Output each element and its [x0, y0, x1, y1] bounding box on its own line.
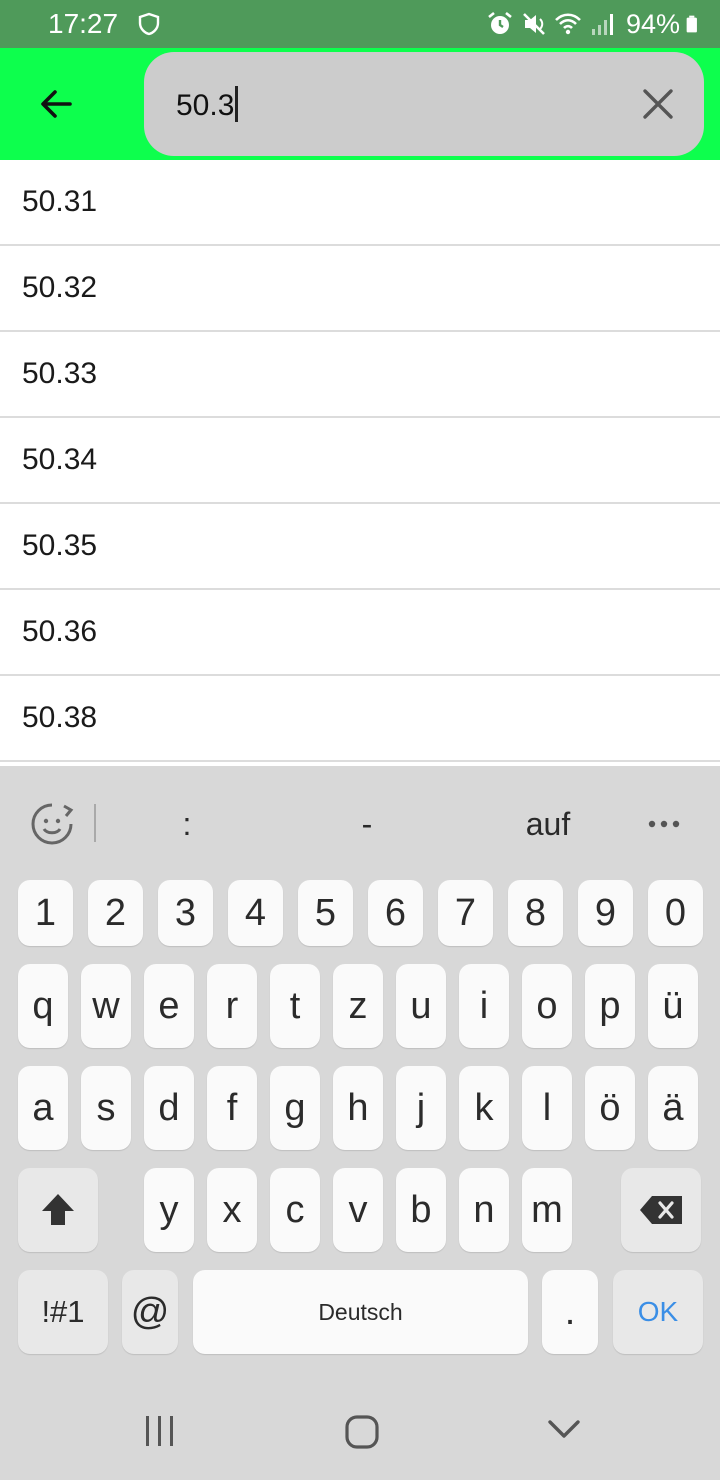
ok-key[interactable]: OK — [613, 1270, 703, 1354]
list-item-label: 50.33 — [22, 357, 98, 390]
shift-key[interactable] — [18, 1168, 98, 1252]
backspace-icon — [640, 1196, 682, 1224]
back-button[interactable] — [26, 76, 86, 132]
key-t[interactable]: t — [270, 964, 320, 1048]
key-g[interactable]: g — [270, 1066, 320, 1150]
space-key[interactable]: Deutsch — [193, 1270, 528, 1354]
key-3[interactable]: 3 — [158, 880, 213, 946]
list-item-label: 50.36 — [22, 615, 98, 648]
key-z[interactable]: z — [333, 964, 383, 1048]
shift-arrow-icon — [42, 1194, 74, 1225]
more-options-icon[interactable] — [640, 804, 688, 844]
battery-icon — [686, 15, 697, 33]
key-o-umlaut[interactable]: ö — [585, 1066, 635, 1150]
list-item[interactable]: 50.31 — [0, 160, 720, 246]
key-1[interactable]: 1 — [18, 880, 73, 946]
suggestion-bar: : - auf — [0, 766, 720, 876]
clear-search-button[interactable] — [634, 80, 682, 128]
list-item-label: 50.32 — [22, 271, 98, 304]
key-u-umlaut[interactable]: ü — [648, 964, 698, 1048]
key-9[interactable]: 9 — [578, 880, 633, 946]
key-c[interactable]: c — [270, 1168, 320, 1252]
period-key[interactable]: . — [542, 1270, 598, 1354]
key-u[interactable]: u — [396, 964, 446, 1048]
key-i[interactable]: i — [459, 964, 509, 1048]
symbols-key[interactable]: !#1 — [18, 1270, 108, 1354]
key-b[interactable]: b — [396, 1168, 446, 1252]
key-j[interactable]: j — [396, 1066, 446, 1150]
key-7[interactable]: 7 — [438, 880, 493, 946]
hide-keyboard-icon[interactable] — [546, 1418, 582, 1442]
key-y[interactable]: y — [144, 1168, 194, 1252]
shield-icon — [138, 12, 160, 36]
search-field[interactable]: 50.3 — [144, 52, 704, 156]
suggestion-1[interactable]: : — [127, 804, 247, 844]
key-e[interactable]: e — [144, 964, 194, 1048]
key-8[interactable]: 8 — [508, 880, 563, 946]
alarm-icon — [488, 11, 512, 34]
close-icon — [643, 89, 673, 119]
wifi-icon — [555, 13, 581, 35]
list-item-label: 50.34 — [22, 443, 98, 476]
battery-percent: 94% — [625, 9, 680, 39]
key-d[interactable]: d — [144, 1066, 194, 1150]
suggestion-3[interactable]: auf — [488, 804, 608, 844]
list-item[interactable]: 50.35 — [0, 504, 720, 590]
text-caret — [235, 86, 239, 122]
back-arrow-icon — [41, 90, 72, 118]
key-f[interactable]: f — [207, 1066, 257, 1150]
status-bar: 17:27 94% — [0, 0, 720, 48]
list-item-label: 50.31 — [22, 185, 98, 218]
list-item[interactable]: 50.36 — [0, 590, 720, 676]
key-2[interactable]: 2 — [88, 880, 143, 946]
key-0[interactable]: 0 — [648, 880, 703, 946]
key-l[interactable]: l — [522, 1066, 572, 1150]
key-o[interactable]: o — [522, 964, 572, 1048]
recent-apps-icon[interactable] — [142, 1414, 178, 1448]
list-item[interactable]: 50.34 — [0, 418, 720, 504]
list-item-label: 50.38 — [22, 701, 98, 734]
key-6[interactable]: 6 — [368, 880, 423, 946]
search-header: 50.3 — [0, 48, 720, 160]
key-m[interactable]: m — [522, 1168, 572, 1252]
key-a[interactable]: a — [18, 1066, 68, 1150]
emoji-refresh-icon[interactable] — [28, 800, 76, 848]
search-results-list: 50.31 50.32 50.33 50.34 50.35 50.36 50.3… — [0, 160, 720, 762]
list-item[interactable]: 50.32 — [0, 246, 720, 332]
mute-icon — [523, 13, 545, 35]
key-h[interactable]: h — [333, 1066, 383, 1150]
key-w[interactable]: w — [81, 964, 131, 1048]
key-n[interactable]: n — [459, 1168, 509, 1252]
keyboard: : - auf 1 2 3 4 5 6 7 8 9 0 q w e r t z … — [0, 766, 720, 1370]
status-time: 17:27 — [48, 8, 119, 39]
backspace-key[interactable] — [621, 1168, 701, 1252]
key-r[interactable]: r — [207, 964, 257, 1048]
key-s[interactable]: s — [81, 1066, 131, 1150]
key-v[interactable]: v — [333, 1168, 383, 1252]
key-4[interactable]: 4 — [228, 880, 283, 946]
list-item-label: 50.35 — [22, 529, 98, 562]
suggestion-2[interactable]: - — [307, 804, 427, 844]
key-k[interactable]: k — [459, 1066, 509, 1150]
key-5[interactable]: 5 — [298, 880, 353, 946]
suggestion-divider — [94, 804, 96, 842]
key-q[interactable]: q — [18, 964, 68, 1048]
at-key[interactable]: @ — [122, 1270, 178, 1354]
key-p[interactable]: p — [585, 964, 635, 1048]
key-a-umlaut[interactable]: ä — [648, 1066, 698, 1150]
navigation-bar — [0, 1370, 720, 1480]
home-icon[interactable] — [344, 1414, 380, 1450]
signal-icon — [591, 14, 613, 35]
search-input[interactable]: 50.3 — [176, 89, 234, 122]
list-item[interactable]: 50.33 — [0, 332, 720, 418]
list-item[interactable]: 50.38 — [0, 676, 720, 762]
key-x[interactable]: x — [207, 1168, 257, 1252]
